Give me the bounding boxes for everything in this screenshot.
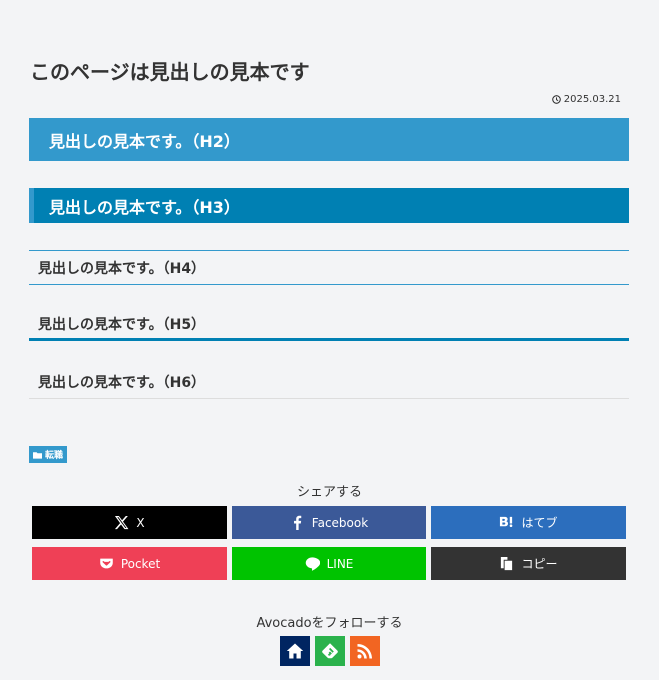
share-pocket-label: Pocket [120,556,161,571]
follow-title: Avocadoをフォローする [256,616,403,631]
share-facebook-button[interactable]: Facebook [232,506,426,539]
follow-rss-button[interactable] [350,636,380,666]
heading-h5: 見出しの見本です。（H5） [29,310,629,341]
category-label: 転職 [45,451,64,461]
share-pocket-button[interactable]: Pocket [32,547,227,580]
clock-icon [551,95,561,104]
share-buttons: X Facebook はてブ Pocket LINE コピー [32,506,626,580]
share-title: シェアする [296,485,362,500]
follow-home-button[interactable] [280,636,310,666]
follow-feedly-button[interactable] [315,636,345,666]
heading-h3-text: 見出しの見本です。（H3） [49,197,240,217]
hatebu-icon [500,516,513,527]
share-x-label: X [136,515,145,530]
share-line-button[interactable]: LINE [232,547,426,580]
share-facebook-label: Facebook [311,515,369,530]
feedly-icon [322,643,338,659]
post-date: 2025.03.21 [551,94,621,105]
line-icon [305,557,320,571]
copy-icon [501,556,513,571]
heading-h4: 見出しの見本です。（H4） [29,250,629,285]
pocket-icon [98,557,114,570]
category-link[interactable]: 転職 [29,446,68,463]
x-icon [115,515,129,530]
share-hatebu-button[interactable]: はてブ [431,506,626,539]
folder-icon [33,451,42,459]
heading-h3: 見出しの見本です。（H3） [29,188,629,223]
heading-h2: 見出しの見本です。（H2） [29,118,629,161]
share-copy-button[interactable]: コピー [431,547,626,580]
heading-h6: 見出しの見本です。（H6） [29,366,629,399]
page-title: このページは見出しの見本です [30,60,310,84]
post-date-text: 2025.03.21 [563,94,621,105]
share-copy-label: コピー [521,557,558,571]
share-x-button[interactable]: X [32,506,227,539]
share-hatebu-label: はてブ [521,516,558,530]
facebook-icon [293,515,302,530]
follow-buttons [280,636,380,666]
home-icon [286,643,304,659]
rss-icon [357,644,372,659]
share-line-label: LINE [326,556,354,571]
